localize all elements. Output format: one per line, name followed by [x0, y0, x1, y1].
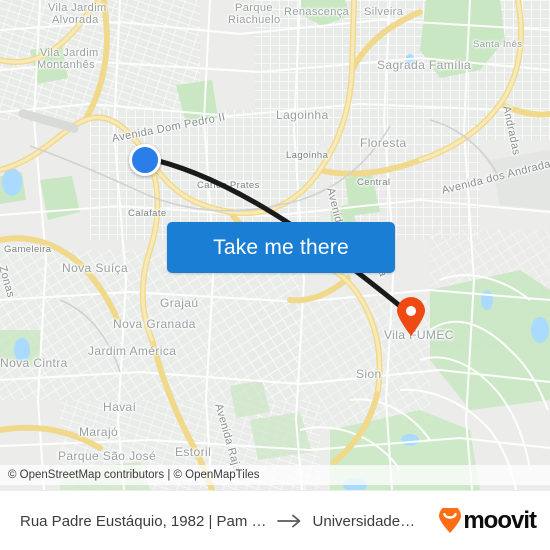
map-canvas[interactable]: Vila Jardim Alvorada Parque Riachuelo Renasc… [0, 0, 550, 490]
origin-dot[interactable] [129, 144, 161, 176]
take-me-there-label: Take me there [213, 235, 349, 259]
map-attribution: © OpenStreetMap contributors | © OpenMap… [0, 465, 550, 485]
moovit-wordmark: moovit [463, 507, 537, 534]
moovit-logo: moovit [438, 507, 537, 535]
moovit-route-screen: Vila Jardim Alvorada Parque Riachuelo Renasc… [0, 0, 550, 550]
take-me-there-button[interactable]: Take me there [167, 222, 395, 273]
moovit-pin-icon [439, 508, 462, 533]
origin-address: Rua Padre Eustáquio, 1982 | Pam … [20, 512, 267, 530]
destination-name: Universidade… [312, 512, 416, 530]
arrow-right-icon [276, 514, 303, 528]
destination-pin[interactable] [396, 297, 426, 337]
route-footer: Rua Padre Eustáquio, 1982 | Pam … Univer… [0, 490, 550, 550]
attribution-text: © OpenStreetMap contributors | © OpenMap… [8, 469, 260, 481]
